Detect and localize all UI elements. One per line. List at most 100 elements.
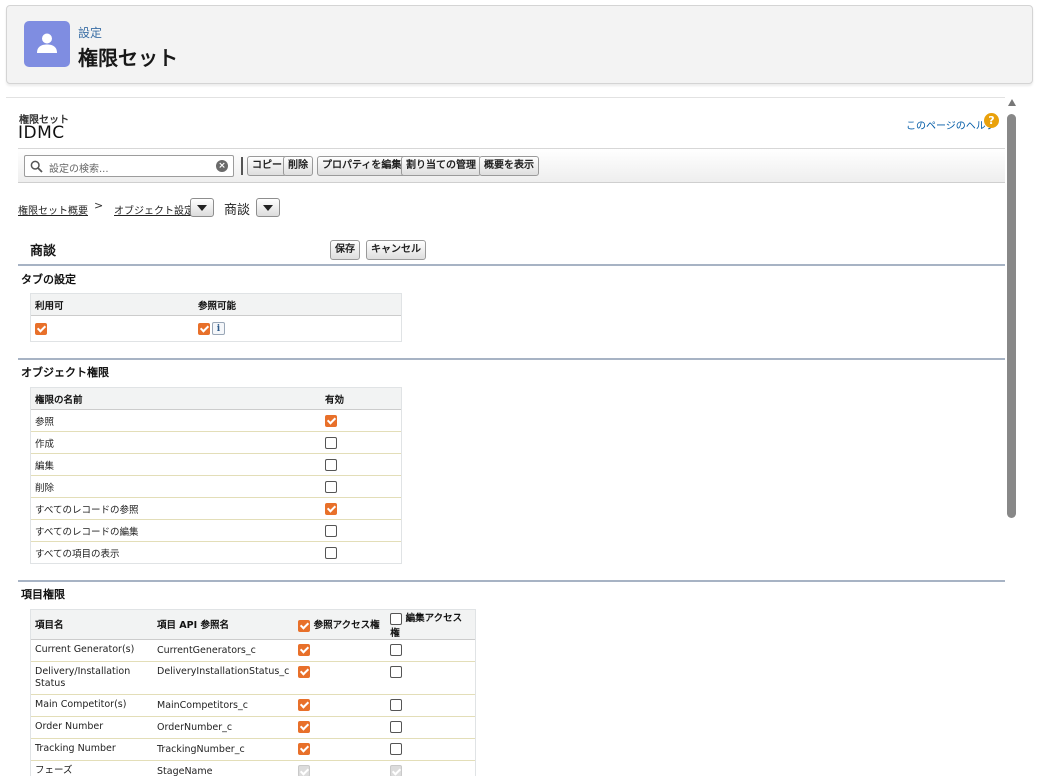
read-access-all-checkbox[interactable] <box>298 619 311 632</box>
visible-checkbox[interactable] <box>198 322 210 335</box>
permission-name: すべての項目の表示 <box>35 548 120 560</box>
edit-access-all-checkbox[interactable] <box>390 612 403 625</box>
permission-name: すべてのレコードの編集 <box>35 526 139 538</box>
header-title: 権限セット <box>78 46 178 70</box>
table-row: すべての項目の表示 <box>30 541 402 564</box>
object-settings-dropdown-icon[interactable] <box>190 198 214 217</box>
copy-button[interactable]: コピー <box>247 156 287 176</box>
permission-name: 作成 <box>35 438 55 450</box>
read-access-checkbox[interactable] <box>298 665 311 678</box>
permission-enabled-checkbox[interactable] <box>325 436 337 449</box>
field-label: Order Number <box>35 721 104 732</box>
field-api-name: StageName <box>157 765 213 776</box>
search-placeholder: 設定の検索... <box>49 164 109 175</box>
section-divider <box>18 580 1005 582</box>
permission-enabled-checkbox[interactable] <box>325 480 337 493</box>
object-title: 商談 <box>30 244 57 259</box>
field-api-name: OrderNumber_c <box>157 721 233 733</box>
object-permissions-title: オブジェクト権限 <box>21 366 109 379</box>
help-icon[interactable]: ? <box>984 113 999 128</box>
field-label: Main Competitor(s) <box>35 699 127 710</box>
column-header: 参照可能 <box>193 293 402 316</box>
table-row: フェーズ StageName <box>30 760 476 776</box>
column-header: 項目名 <box>30 609 152 640</box>
page-header: 設定 権限セット <box>6 5 1033 84</box>
read-access-checkbox[interactable] <box>298 699 311 711</box>
table-row: Current Generator(s) CurrentGenerators_c <box>30 639 476 662</box>
edit-access-checkbox[interactable] <box>390 665 403 678</box>
field-label: Delivery/Installation Status <box>35 665 131 689</box>
edit-properties-button[interactable]: プロパティを編集 <box>317 156 407 176</box>
scroll-thumb[interactable] <box>1007 114 1016 518</box>
info-icon[interactable]: i <box>212 322 225 335</box>
table-row: 作成 <box>30 431 402 454</box>
tab-settings-table: 利用可 参照可能 i <box>30 293 402 342</box>
table-row: 参照 <box>30 409 402 432</box>
column-header: 利用可 <box>30 293 193 316</box>
permission-enabled-checkbox[interactable] <box>325 524 337 537</box>
table-row: i <box>30 315 402 342</box>
column-header: 権限の名前 <box>30 387 320 410</box>
permission-name: 削除 <box>35 482 55 494</box>
edit-access-checkbox[interactable] <box>390 699 403 711</box>
permission-enabled-checkbox[interactable] <box>325 502 337 515</box>
edit-access-checkbox[interactable] <box>390 743 403 755</box>
field-api-name: CurrentGenerators_c <box>157 644 256 656</box>
read-access-checkbox[interactable] <box>298 644 311 656</box>
table-row: Order Number OrderNumber_c <box>30 716 476 739</box>
breadcrumb-overview-link[interactable]: 権限セット概要 <box>18 202 88 217</box>
permission-name: 編集 <box>35 460 55 472</box>
section-divider <box>18 358 1005 360</box>
scrollbar[interactable] <box>1005 97 1019 776</box>
table-row: すべてのレコードの参照 <box>30 497 402 520</box>
permission-name: 参照 <box>35 416 55 428</box>
toolbar: 設定の検索... × コピー 削除 プロパティを編集 割り当ての管理 概要を表示 <box>18 148 1005 183</box>
help-link[interactable]: このページのヘルプ <box>906 117 996 132</box>
table-row: Delivery/Installation Status DeliveryInst… <box>30 661 476 695</box>
field-api-name: DeliveryInstallationStatus_c <box>157 665 290 677</box>
column-header-label: 参照アクセス権 <box>313 620 380 631</box>
edit-access-checkbox[interactable] <box>390 644 403 656</box>
permission-set-name: IDMC <box>18 123 65 143</box>
search-input[interactable]: 設定の検索... × <box>24 155 234 177</box>
breadcrumb-object-settings-link[interactable]: オブジェクト設定 <box>114 202 194 217</box>
available-checkbox[interactable] <box>35 322 47 335</box>
permission-name: すべてのレコードの参照 <box>35 504 139 516</box>
clear-icon[interactable]: × <box>216 160 228 172</box>
read-access-checkbox <box>298 765 311 776</box>
breadcrumb-separator: > <box>94 199 104 212</box>
edit-access-checkbox[interactable] <box>390 721 403 733</box>
toolbar-divider <box>241 157 243 175</box>
scroll-up-icon[interactable] <box>1008 99 1016 106</box>
permission-enabled-checkbox[interactable] <box>325 546 337 559</box>
permission-enabled-checkbox[interactable] <box>325 458 337 471</box>
table-row: 削除 <box>30 475 402 498</box>
read-access-checkbox[interactable] <box>298 721 311 733</box>
permission-enabled-checkbox[interactable] <box>325 414 337 427</box>
delete-button[interactable]: 削除 <box>283 156 313 176</box>
edit-access-checkbox <box>390 765 403 776</box>
view-summary-button[interactable]: 概要を表示 <box>479 156 539 176</box>
table-row: Tracking Number TrackingNumber_c <box>30 738 476 761</box>
field-permissions-table: 項目名 項目 API 参照名 参照アクセス権 編集アクセス権 Current G… <box>30 609 476 776</box>
content-panel: 権限セット IDMC このページのヘルプ ? 設定の検索... × コピー 削除… <box>6 97 1006 776</box>
read-access-checkbox[interactable] <box>298 743 311 755</box>
table-row: Main Competitor(s) MainCompetitors_c <box>30 694 476 717</box>
field-label: フェーズ <box>35 765 73 776</box>
save-button[interactable]: 保存 <box>330 240 360 260</box>
object-permissions-table: 権限の名前 有効 参照作成編集削除すべてのレコードの参照 すべてのレコードの編集す… <box>30 387 402 564</box>
table-row: 編集 <box>30 453 402 476</box>
breadcrumb-current: 商談 <box>224 203 251 218</box>
column-header: 有効 <box>320 387 402 410</box>
field-api-name: TrackingNumber_c <box>157 743 245 755</box>
table-row: すべてのレコードの編集 <box>30 519 402 542</box>
object-dropdown-icon[interactable] <box>256 198 280 217</box>
section-divider <box>18 264 1005 266</box>
header-subtitle: 設定 <box>78 26 103 40</box>
tab-settings-title: タブの設定 <box>21 273 76 286</box>
manage-assignments-button[interactable]: 割り当ての管理 <box>401 156 481 176</box>
field-api-name: MainCompetitors_c <box>157 699 248 711</box>
user-icon <box>24 21 70 67</box>
read-access-header: 参照アクセス権 <box>294 609 387 640</box>
cancel-button[interactable]: キャンセル <box>366 240 426 260</box>
